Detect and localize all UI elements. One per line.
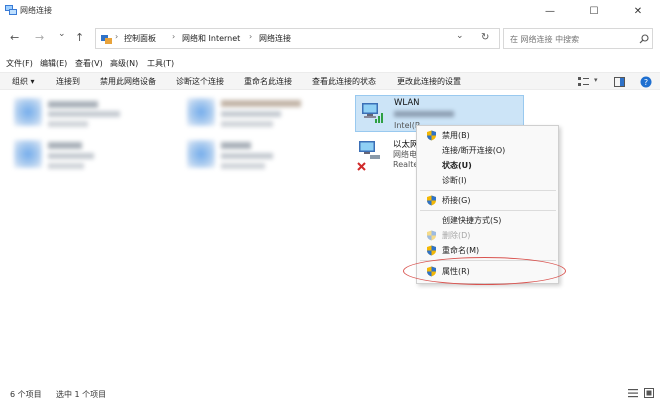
selection-count: 选中 1 个项目 bbox=[56, 390, 107, 399]
ctx-connect-disconnect-label: 连接/断开连接(O) bbox=[442, 146, 506, 155]
ctx-diagnose[interactable]: 诊断(I) bbox=[417, 173, 558, 188]
forward-button[interactable]: → bbox=[35, 31, 44, 44]
menu-advanced[interactable]: 高级(N) bbox=[110, 58, 138, 69]
blurred-connection-tile[interactable] bbox=[10, 137, 170, 175]
search-box[interactable] bbox=[503, 28, 653, 49]
shield-icon bbox=[427, 195, 436, 206]
ctx-bridge-label: 桥接(G) bbox=[442, 196, 471, 205]
ctx-rename-label: 重命名(M) bbox=[442, 246, 480, 255]
breadcrumb-network-internet[interactable]: 网络和 Internet bbox=[182, 33, 240, 44]
wireless-adapter-icon bbox=[362, 103, 383, 123]
breadcrumb-network-connections[interactable]: 网络连接 bbox=[259, 33, 291, 44]
status-bar: 6 个项目 选中 1 个项目 bbox=[0, 384, 660, 402]
breadcrumb-control-panel[interactable]: 控制面板 bbox=[124, 33, 156, 44]
breadcrumb-separator: › bbox=[249, 32, 253, 41]
search-input[interactable] bbox=[510, 32, 630, 46]
ctx-rename[interactable]: 重命名(M) bbox=[417, 243, 558, 258]
svg-text:?: ? bbox=[644, 78, 648, 87]
wlan-name: WLAN bbox=[394, 98, 420, 108]
shield-icon bbox=[427, 245, 436, 256]
disconnected-x-icon bbox=[357, 162, 366, 171]
shield-icon bbox=[427, 130, 436, 141]
ctx-connect-disconnect[interactable]: 连接/断开连接(O) bbox=[417, 143, 558, 158]
menu-file[interactable]: 文件(F) bbox=[6, 58, 33, 69]
address-history-dropdown[interactable]: ⌄ bbox=[456, 31, 464, 41]
search-icon[interactable] bbox=[639, 34, 649, 44]
highlight-annotation bbox=[403, 257, 566, 285]
up-button[interactable]: ↑ bbox=[75, 31, 84, 44]
view-dropdown-arrow[interactable]: ▾ bbox=[594, 76, 598, 84]
menu-tools[interactable]: 工具(T) bbox=[147, 58, 174, 69]
address-bar[interactable]: › 控制面板 › 网络和 Internet › 网络连接 ⌄ ↻ bbox=[95, 28, 500, 49]
disable-device-button[interactable]: 禁用此网络设备 bbox=[100, 76, 156, 87]
close-button[interactable]: ✕ bbox=[616, 0, 660, 22]
window-title: 网络连接 bbox=[20, 6, 52, 15]
diagnose-button[interactable]: 诊断这个连接 bbox=[176, 76, 224, 87]
minimize-button[interactable]: — bbox=[528, 0, 572, 22]
ctx-delete-label: 删除(D) bbox=[442, 231, 471, 240]
recent-locations-dropdown[interactable]: ⌄ bbox=[58, 29, 66, 39]
organize-button[interactable]: 组织 ▾ bbox=[12, 76, 35, 87]
refresh-button[interactable]: ↻ bbox=[481, 32, 489, 43]
menu-divider bbox=[420, 210, 556, 211]
ctx-status[interactable]: 状态(U) bbox=[417, 158, 558, 173]
maximize-button[interactable]: ☐ bbox=[572, 0, 616, 22]
ctx-diagnose-label: 诊断(I) bbox=[442, 176, 467, 185]
ctx-disable-label: 禁用(B) bbox=[442, 131, 470, 140]
connections-view: WLAN Intel(R 以太网 网络电 Realte bbox=[0, 91, 660, 382]
view-options-icon[interactable] bbox=[578, 77, 589, 87]
ctx-create-shortcut[interactable]: 创建快捷方式(S) bbox=[417, 213, 558, 228]
shield-icon bbox=[427, 230, 436, 241]
ctx-disable[interactable]: 禁用(B) bbox=[417, 128, 558, 143]
title-bar: 网络连接 — ☐ ✕ bbox=[0, 0, 660, 22]
details-view-icon[interactable] bbox=[628, 389, 638, 398]
breadcrumb-separator: › bbox=[172, 32, 176, 41]
view-status-button[interactable]: 查看此连接的状态 bbox=[312, 76, 376, 87]
blurred-connection-tile[interactable] bbox=[183, 137, 343, 175]
command-toolbar: 组织 ▾ 连接到 禁用此网络设备 诊断这个连接 重命名此连接 查看此连接的状态 … bbox=[0, 72, 660, 90]
ctx-bridge[interactable]: 桥接(G) bbox=[417, 193, 558, 208]
blurred-connection-tile[interactable] bbox=[183, 95, 343, 133]
blurred-connection-tile[interactable] bbox=[10, 95, 170, 133]
large-icons-view-icon[interactable] bbox=[644, 388, 654, 398]
ethernet-adapter: Realte bbox=[393, 160, 419, 169]
ethernet-connection-tile[interactable]: 以太网 网络电 Realte bbox=[355, 136, 419, 176]
change-settings-button[interactable]: 更改此连接的设置 bbox=[397, 76, 461, 87]
item-count: 6 个项目 bbox=[10, 390, 42, 399]
ctx-delete: 删除(D) bbox=[417, 228, 558, 243]
rename-button[interactable]: 重命名此连接 bbox=[244, 76, 292, 87]
menu-edit[interactable]: 编辑(E) bbox=[40, 58, 67, 69]
connect-to-button[interactable]: 连接到 bbox=[56, 76, 80, 87]
menu-view[interactable]: 查看(V) bbox=[75, 58, 103, 69]
menu-divider bbox=[420, 190, 556, 191]
control-panel-icon bbox=[101, 35, 112, 44]
ethernet-adapter-icon bbox=[359, 141, 380, 159]
menu-bar: 文件(F) 编辑(E) 查看(V) 高级(N) 工具(T) bbox=[0, 56, 660, 71]
breadcrumb-separator: › bbox=[115, 32, 119, 41]
network-connections-icon bbox=[5, 5, 17, 15]
help-icon[interactable]: ? bbox=[640, 76, 652, 88]
ethernet-status: 网络电 bbox=[393, 150, 417, 159]
ctx-create-shortcut-label: 创建快捷方式(S) bbox=[442, 216, 502, 225]
preview-pane-icon[interactable] bbox=[614, 77, 625, 87]
ctx-status-label: 状态(U) bbox=[442, 161, 472, 170]
back-button[interactable]: ← bbox=[10, 31, 19, 44]
